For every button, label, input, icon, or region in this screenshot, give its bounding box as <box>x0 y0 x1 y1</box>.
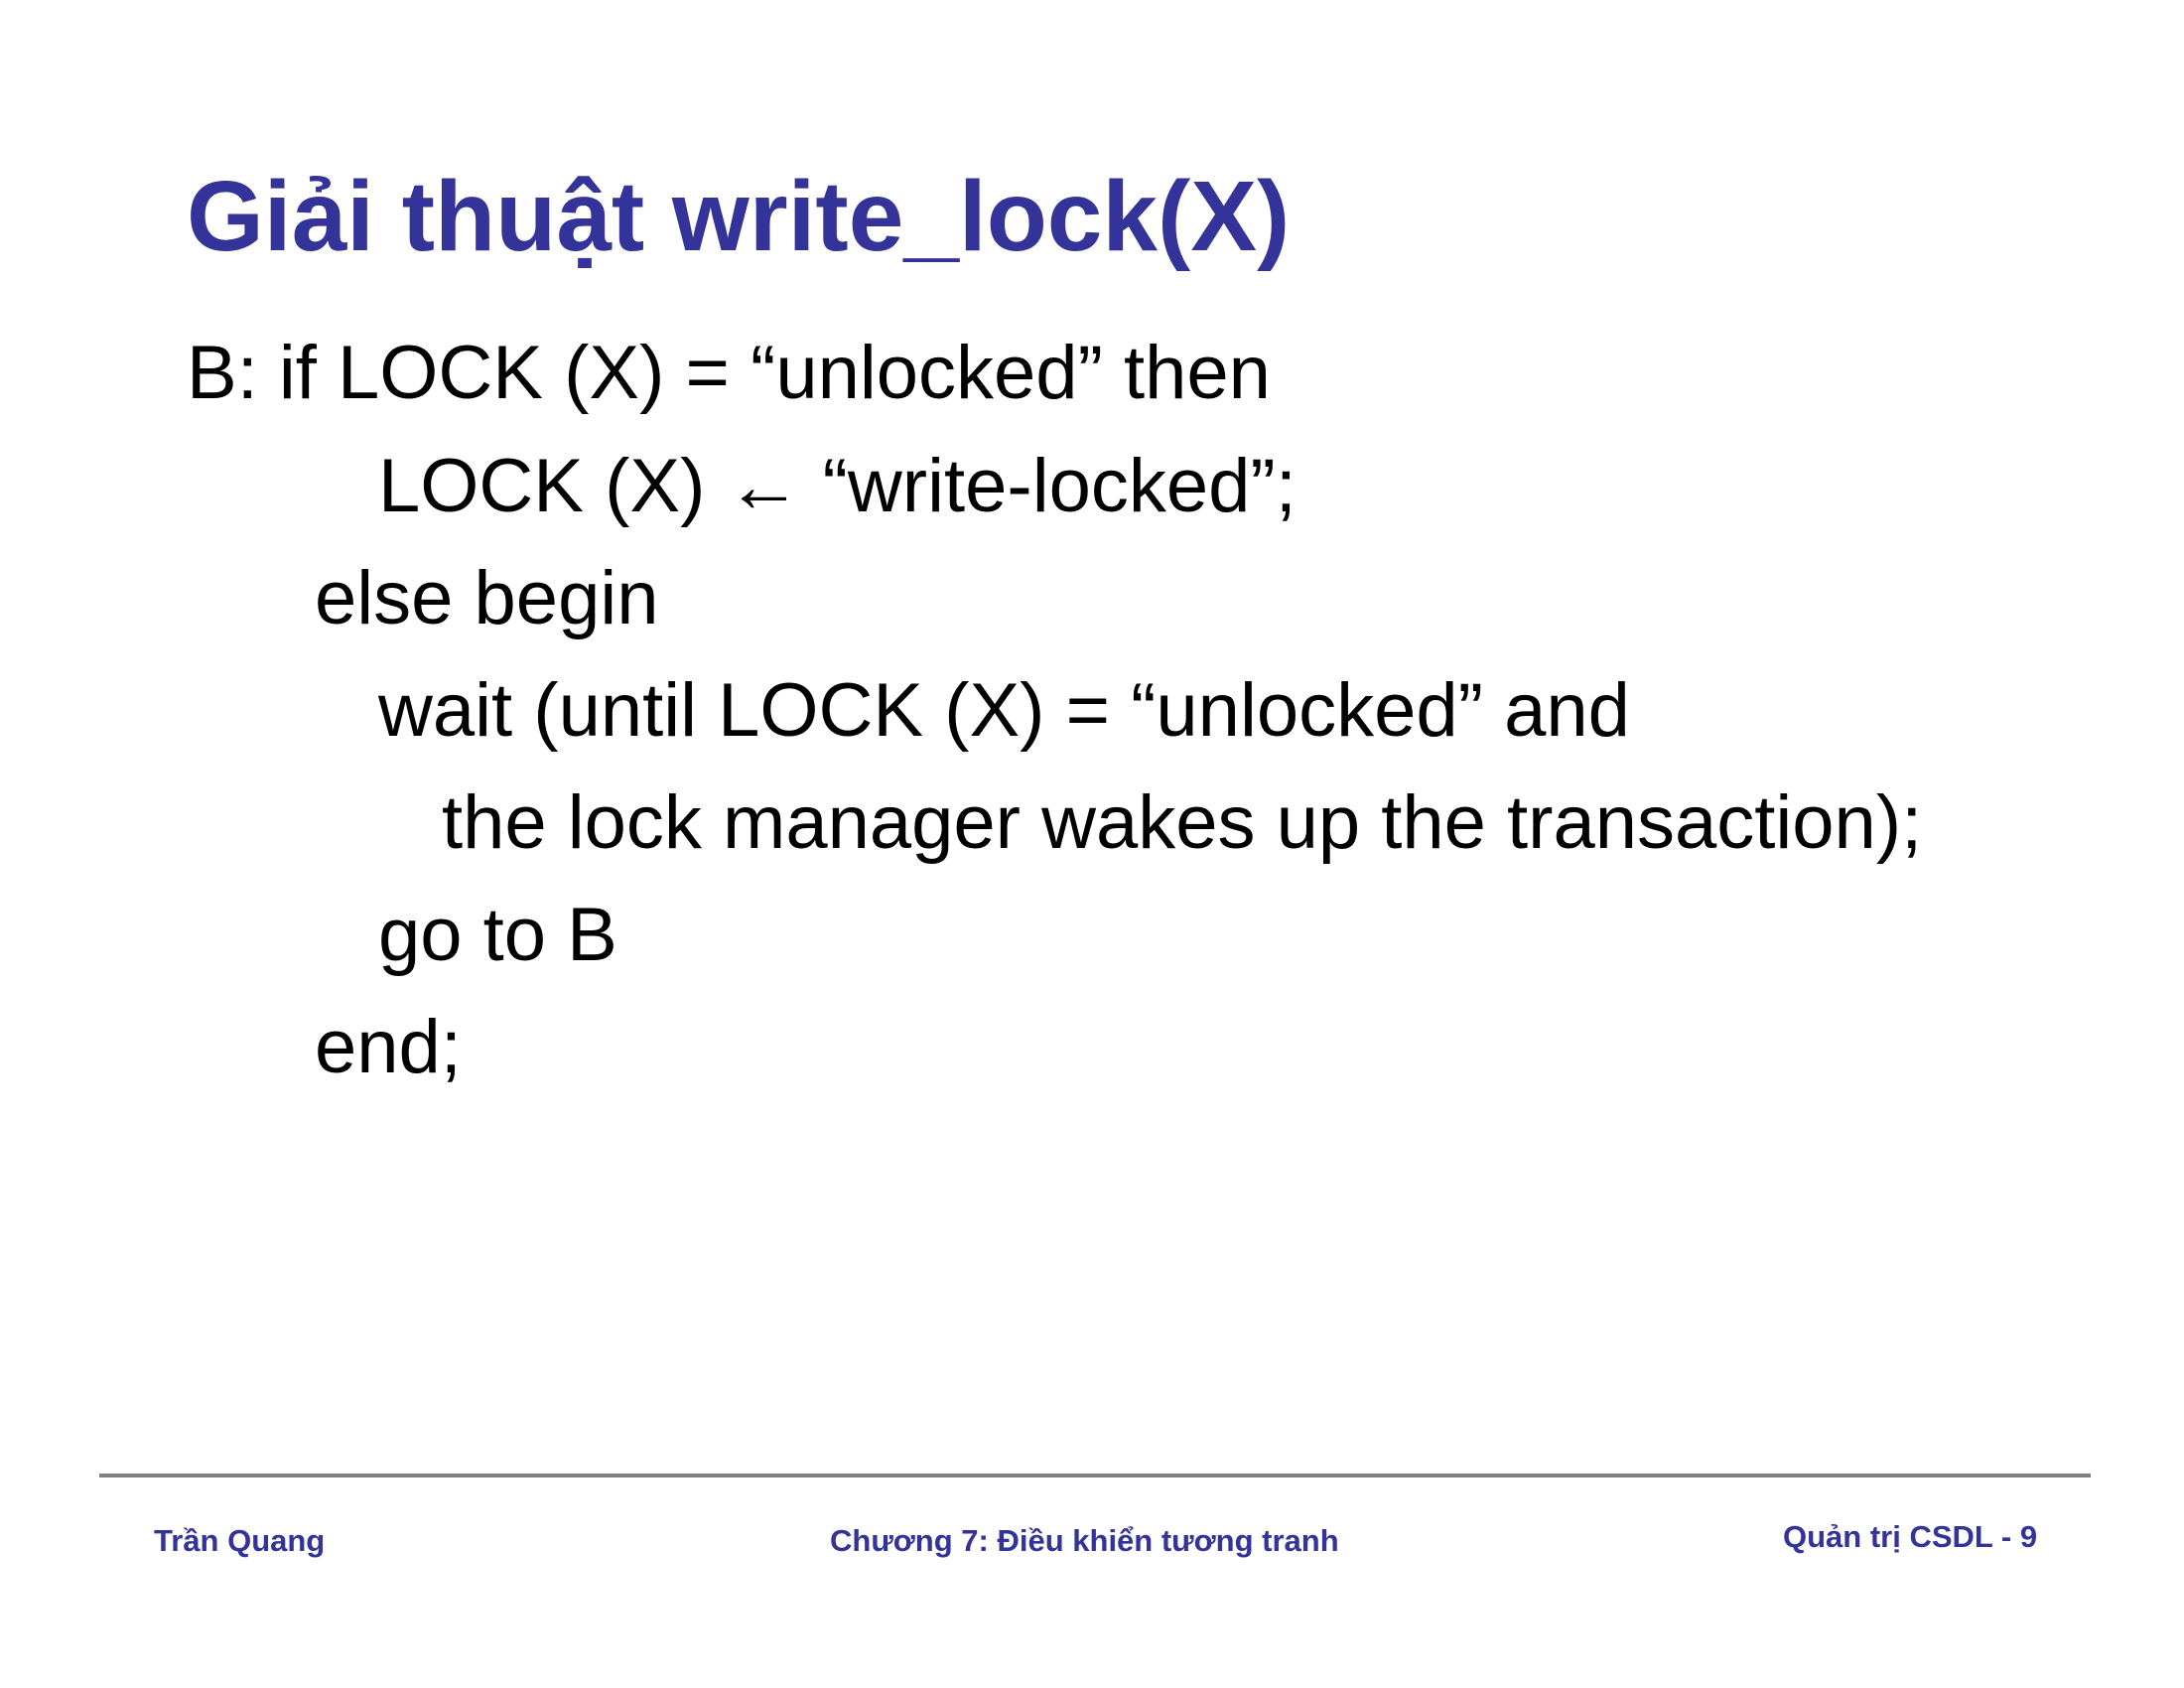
footer-chapter: Chương 7: Điều khiển tương tranh <box>830 1523 1339 1558</box>
slide-title: Giải thuật write_lock(X) <box>187 161 1291 272</box>
code-line-4: wait (until LOCK (X) = “unlocked” and <box>378 668 1630 753</box>
code-line-6: go to B <box>378 893 617 977</box>
code-line-7: end; <box>315 1005 462 1089</box>
code-line-3: else begin <box>315 556 659 640</box>
code-line-5: the lock manager wakes up the transactio… <box>442 780 1923 865</box>
footer-page-number: Quản trị CSDL - 9 <box>1783 1519 2038 1554</box>
footer-divider <box>99 1474 2091 1477</box>
footer-author: Trần Quang <box>154 1523 326 1558</box>
code-line-1: B: if LOCK (X) = “unlocked” then <box>187 331 1271 415</box>
code-line-2: LOCK (X) ← “write-locked”; <box>378 444 1297 528</box>
